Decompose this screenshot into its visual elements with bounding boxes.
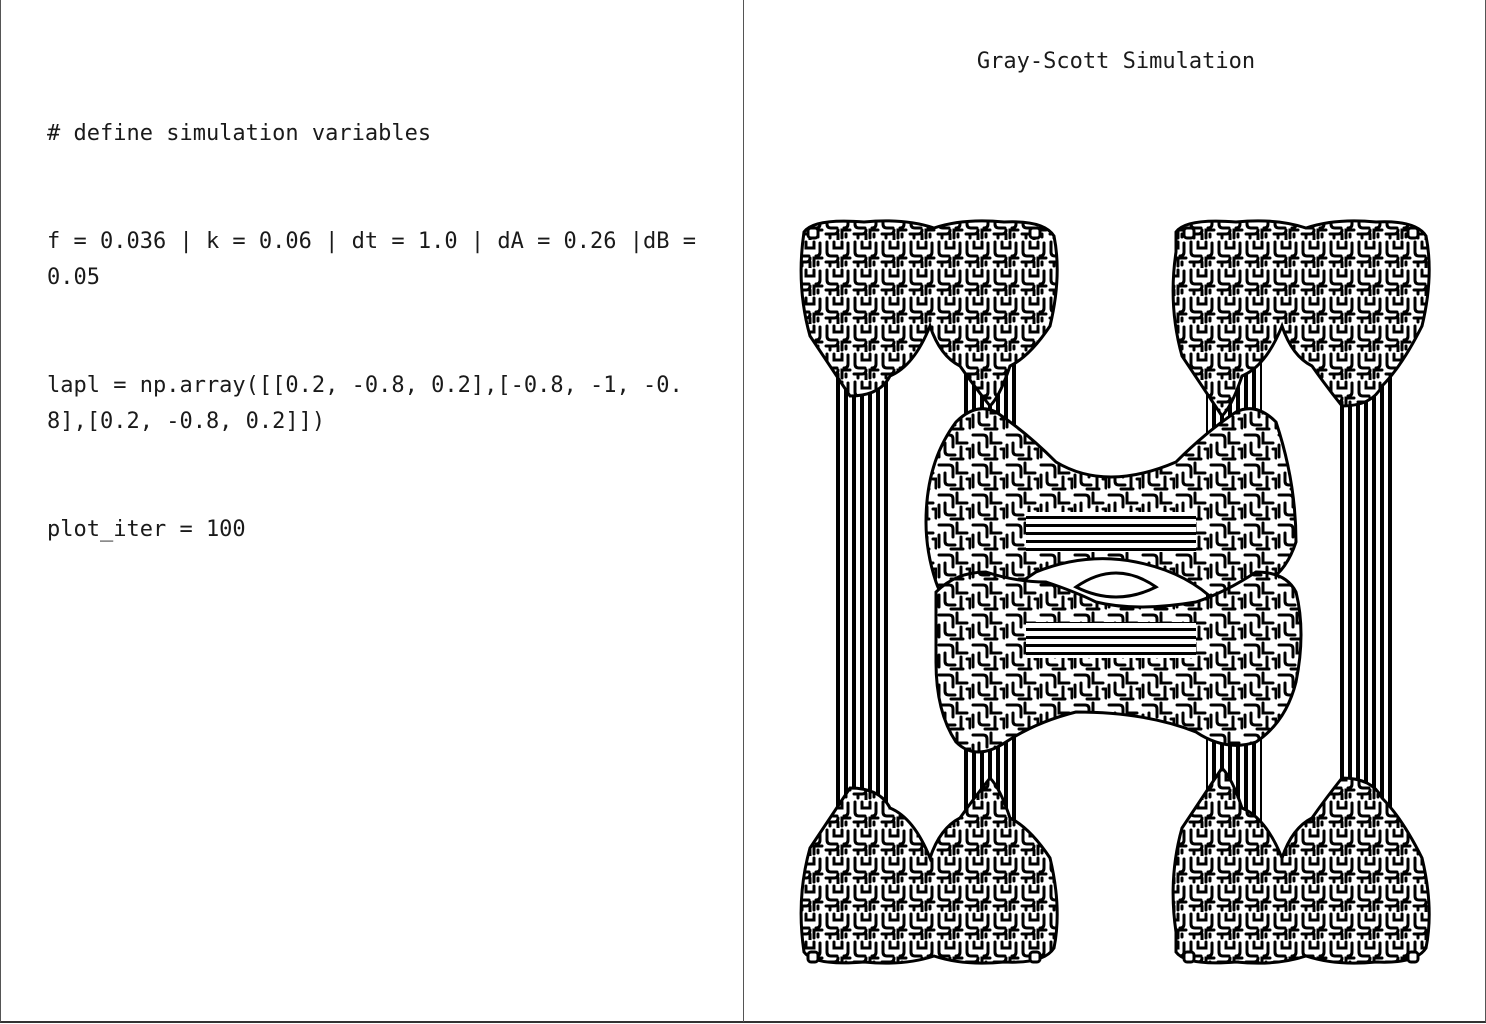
left-outer-column: [832, 372, 890, 822]
central-gap: [1073, 571, 1159, 599]
top-left-blob: [799, 219, 1059, 409]
code-line-comment[interactable]: # define simulation variables: [47, 116, 707, 152]
code-block[interactable]: # define simulation variables f = 0.036 …: [47, 44, 707, 620]
central-lower-lobe: [934, 570, 1303, 754]
code-line-parameters[interactable]: f = 0.036 | k = 0.06 | dt = 1.0 | dA = 0…: [47, 224, 707, 296]
simulation-title: Gray-Scott Simulation: [976, 49, 1256, 74]
right-outer-column: [1336, 372, 1394, 822]
code-line-plot-iter[interactable]: plot_iter = 100: [47, 512, 707, 548]
simulation-pane: Gray-Scott Simulation: [744, 0, 1484, 1022]
code-line-laplacian[interactable]: lapl = np.array([[0.2, -0.8, 0.2],[-0.8,…: [47, 368, 707, 440]
lower-bridge: [1026, 622, 1196, 658]
code-editor-pane[interactable]: # define simulation variables f = 0.036 …: [0, 0, 743, 1022]
simulation-image: [799, 219, 1431, 965]
bottom-left-blob: [799, 775, 1059, 965]
upper-bridge: [1026, 512, 1196, 552]
